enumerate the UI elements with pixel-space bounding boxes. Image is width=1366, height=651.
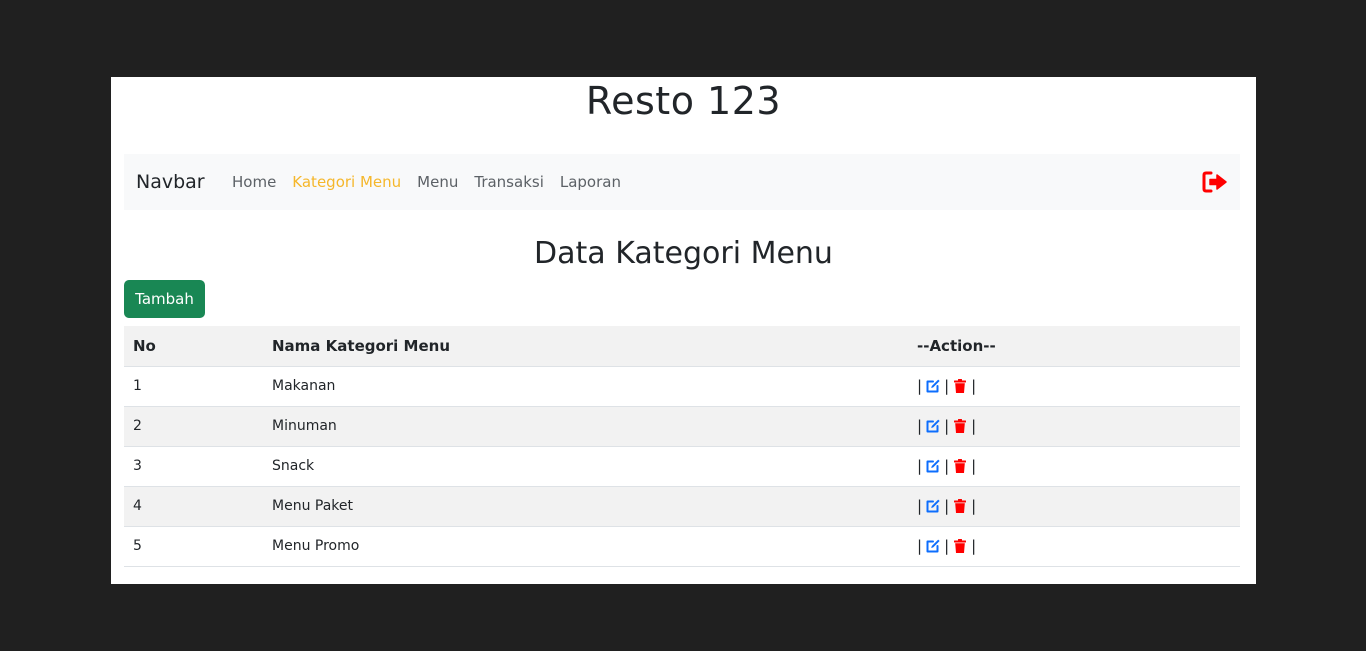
header-action: --Action-- — [908, 326, 1240, 367]
cell-no: 1 — [124, 366, 263, 407]
action-separator: | — [971, 377, 977, 395]
action-separator: | — [971, 417, 977, 435]
action-separator: | — [971, 537, 977, 555]
nav-link-menu[interactable]: Menu — [409, 173, 466, 191]
edit-icon[interactable] — [925, 418, 941, 434]
table-row: 3 Snack | | | — [124, 446, 1240, 487]
action-separator: | — [917, 377, 923, 395]
action-separator: | — [917, 497, 923, 515]
action-separator: | — [971, 497, 977, 515]
cell-name: Menu Paket — [263, 486, 908, 527]
action-separator: | — [944, 417, 950, 435]
action-separator: | — [917, 417, 923, 435]
table-row: 4 Menu Paket | | | — [124, 486, 1240, 527]
trash-icon[interactable] — [952, 498, 968, 514]
sign-out-icon[interactable] — [1202, 170, 1228, 194]
action-separator: | — [944, 457, 950, 475]
nav-link-transaksi[interactable]: Transaksi — [466, 173, 552, 191]
site-title: Resto 123 — [585, 79, 782, 123]
trash-icon[interactable] — [952, 378, 968, 394]
navbar: Navbar Home Kategori Menu Menu Transaksi… — [124, 154, 1240, 210]
nav-link-laporan[interactable]: Laporan — [552, 173, 629, 191]
header-name: Nama Kategori Menu — [263, 326, 908, 367]
trash-icon[interactable] — [952, 538, 968, 554]
cell-actions: | | | — [908, 526, 1240, 567]
trash-icon[interactable] — [952, 418, 968, 434]
edit-icon[interactable] — [925, 498, 941, 514]
action-separator: | — [944, 497, 950, 515]
table-header-row: No Nama Kategori Menu --Action-- — [124, 326, 1240, 367]
cell-no: 2 — [124, 406, 263, 447]
table-row: 5 Menu Promo | | | — [124, 526, 1240, 567]
page-heading: Data Kategori Menu — [534, 236, 833, 271]
cell-no: 3 — [124, 446, 263, 487]
cell-no: 5 — [124, 526, 263, 567]
cell-no: 4 — [124, 486, 263, 527]
nav-link-kategori-menu[interactable]: Kategori Menu — [284, 173, 409, 191]
cell-name: Makanan — [263, 366, 908, 407]
app-frame: Resto 123 Navbar Home Kategori Menu Menu… — [111, 77, 1256, 584]
action-separator: | — [944, 537, 950, 555]
header-no: No — [124, 326, 263, 367]
cell-actions: | | | — [908, 406, 1240, 447]
add-button[interactable]: Tambah — [124, 280, 205, 318]
cell-name: Minuman — [263, 406, 908, 447]
edit-icon[interactable] — [925, 458, 941, 474]
nav-links: Home Kategori Menu Menu Transaksi Lapora… — [224, 154, 629, 210]
table-body: 1 Makanan | | | 2 Minuman | | | 3 Snack | | | 4 Menu Pak… — [124, 366, 1240, 567]
edit-icon[interactable] — [925, 538, 941, 554]
cell-actions: | | | — [908, 446, 1240, 487]
action-separator: | — [971, 457, 977, 475]
action-separator: | — [944, 377, 950, 395]
table-row: 2 Minuman | | | — [124, 406, 1240, 447]
category-table: No Nama Kategori Menu --Action-- 1 Makana… — [124, 326, 1240, 567]
cell-actions: | | | — [908, 486, 1240, 527]
trash-icon[interactable] — [952, 458, 968, 474]
cell-name: Snack — [263, 446, 908, 487]
nav-link-home[interactable]: Home — [224, 173, 284, 191]
cell-actions: | | | — [908, 366, 1240, 407]
navbar-brand[interactable]: Navbar — [136, 154, 205, 210]
cell-name: Menu Promo — [263, 526, 908, 567]
edit-icon[interactable] — [925, 378, 941, 394]
action-separator: | — [917, 537, 923, 555]
table-row: 1 Makanan | | | — [124, 366, 1240, 407]
action-separator: | — [917, 457, 923, 475]
